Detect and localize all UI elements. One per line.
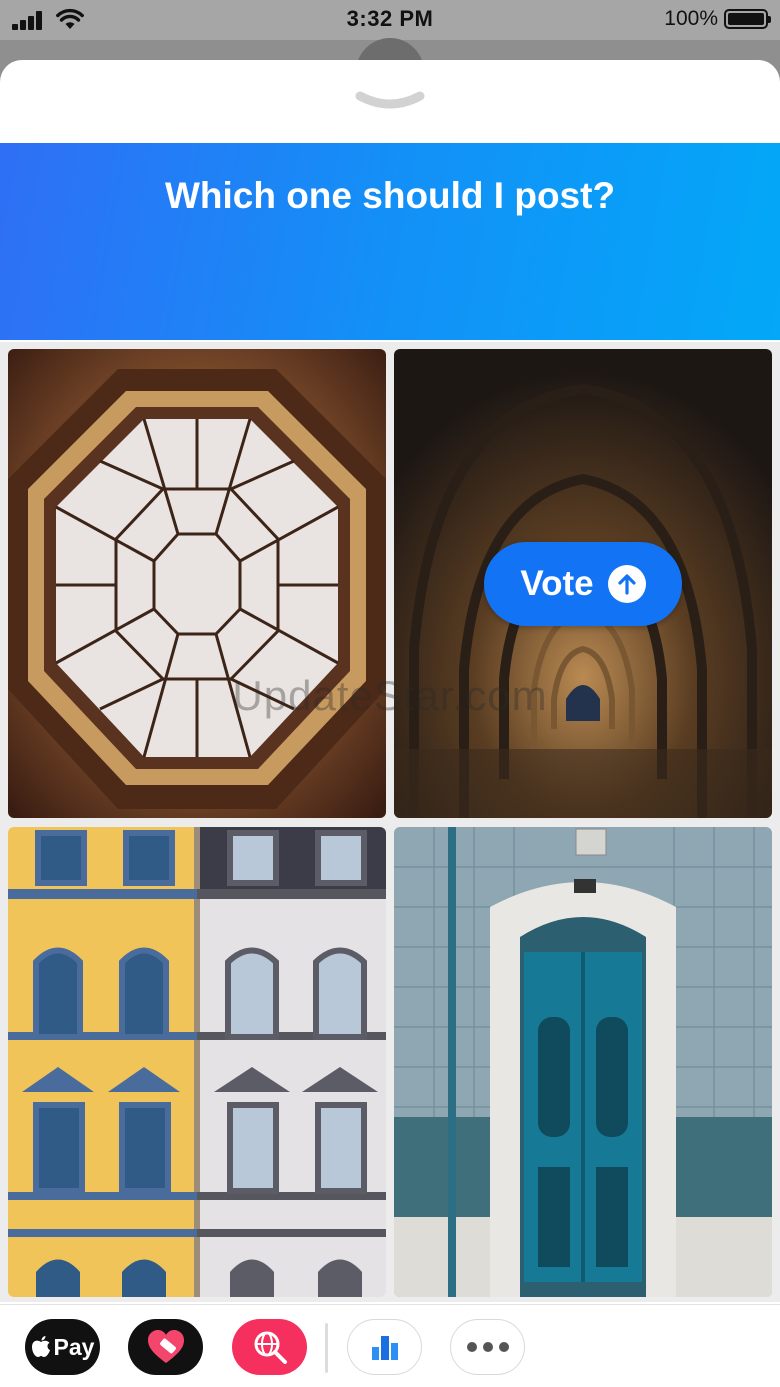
battery-percentage: 100%: [664, 7, 718, 30]
blue-door-photo: [394, 827, 772, 1297]
arrow-up-circle-icon: [607, 565, 646, 603]
vote-button[interactable]: Vote: [484, 542, 682, 626]
apple-pay-label: Pay: [53, 1333, 95, 1360]
watermark: UpdateStar.com: [232, 672, 548, 719]
battery-icon: [724, 9, 771, 29]
globe-search-app-button[interactable]: [232, 1319, 307, 1375]
vote-label: Vote: [520, 564, 594, 603]
chevron-down-icon[interactable]: [354, 88, 426, 114]
apple-logo-icon: [31, 1336, 50, 1357]
sheet-header: [0, 60, 780, 143]
more-dots-icon: [466, 1342, 509, 1352]
heart-icon: [147, 1330, 184, 1363]
poll-banner: Which one should I post?: [0, 143, 780, 340]
status-bar: 3:32 PM 100%: [0, 0, 780, 40]
message-app-sheet: Which one should I post? Vote UpdateStar…: [0, 60, 780, 1387]
poll-options-grid: Vote UpdateStar.com: [0, 342, 780, 1302]
facades-photo: [8, 827, 386, 1297]
poll-question: Which one should I post?: [164, 175, 616, 216]
heart-sticker-app-button[interactable]: [128, 1319, 203, 1375]
app-drawer-divider: [325, 1323, 328, 1373]
poll-option-facades[interactable]: [8, 827, 386, 1297]
poll-option-blue-door[interactable]: [394, 827, 772, 1297]
app-drawer: Pay: [0, 1304, 780, 1387]
poll-option-skylight[interactable]: [8, 349, 386, 818]
globe-search-icon: [254, 1331, 287, 1364]
status-time: 3:32 PM: [346, 6, 434, 31]
apple-pay-button[interactable]: Pay: [25, 1319, 100, 1375]
skylight-photo: [8, 349, 386, 818]
more-apps-button[interactable]: [450, 1319, 525, 1375]
polls-app-button[interactable]: [347, 1319, 422, 1375]
bar-chart-icon: [371, 1336, 398, 1360]
